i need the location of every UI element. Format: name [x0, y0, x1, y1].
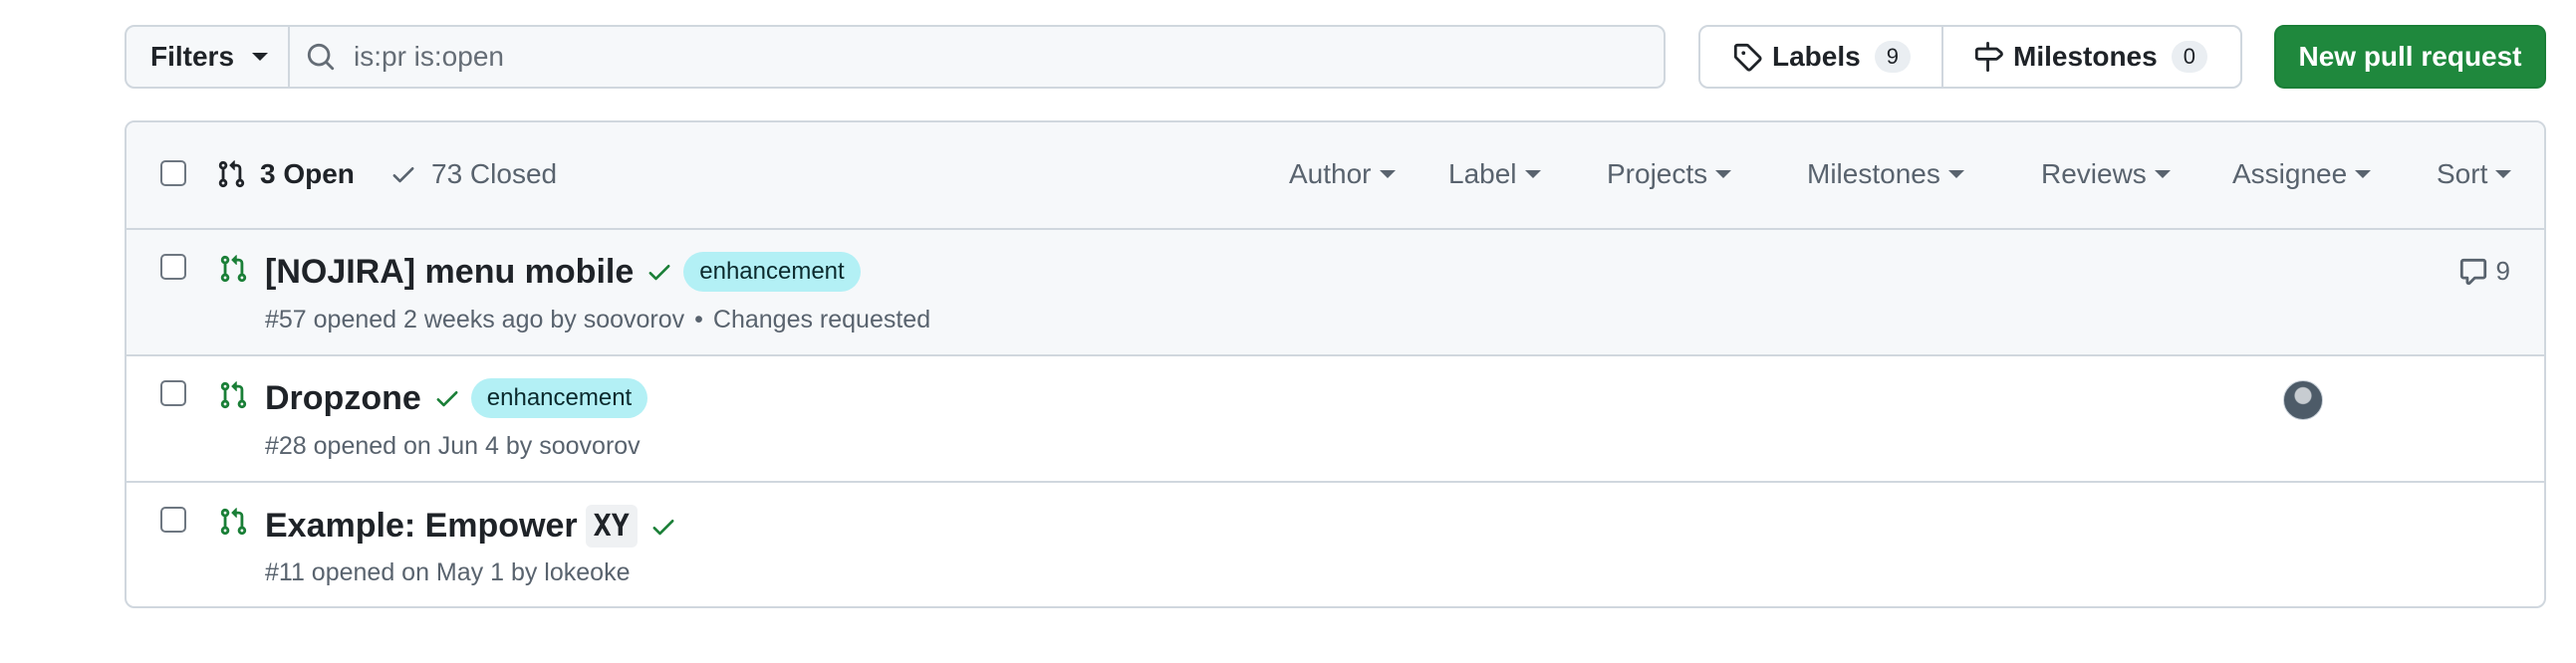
search-field[interactable] [288, 25, 1666, 89]
caret-down-icon [2154, 170, 2171, 178]
check-icon[interactable] [433, 384, 461, 412]
check-icon[interactable] [649, 513, 677, 541]
reviews-filter[interactable]: Reviews [2041, 158, 2171, 190]
row-checkbox[interactable] [160, 254, 186, 280]
check-icon [389, 160, 431, 188]
pr-title-link[interactable]: [NOJIRA] menu mobile [265, 253, 634, 292]
pr-title-link[interactable]: Dropzone [265, 379, 421, 418]
pr-title-link[interactable]: Example: Empower [265, 507, 578, 546]
milestones-filter-label: Milestones [1807, 158, 1940, 189]
filters-label: Filters [150, 41, 235, 72]
milestones-filter[interactable]: Milestones [1807, 158, 1964, 190]
pr-title-line: [NOJIRA] menu mobile enhancement [265, 252, 861, 292]
filters-button[interactable]: Filters [125, 25, 290, 89]
check-icon[interactable] [645, 258, 673, 286]
caret-down-icon [2495, 170, 2512, 178]
projects-filter-label: Projects [1607, 158, 1708, 189]
tag-icon [1732, 42, 1762, 72]
table-row: Dropzone enhancement #28 opened on Jun 4… [127, 356, 2544, 483]
reviews-filter-label: Reviews [2041, 158, 2147, 189]
projects-filter[interactable]: Projects [1607, 158, 1732, 190]
label-badge[interactable]: enhancement [470, 378, 648, 418]
avatar[interactable] [2283, 380, 2323, 420]
caret-down-icon [252, 53, 269, 61]
open-count-label: 3 Open [260, 158, 355, 189]
pr-title-line: Dropzone enhancement [265, 378, 648, 418]
pr-title-line: Example: Empower XY [265, 505, 677, 548]
comment-icon [2458, 257, 2496, 287]
milestone-icon [1973, 42, 2003, 72]
pr-meta: #11 opened on May 1 by lokeoke [265, 558, 630, 587]
caret-down-icon [1524, 170, 1541, 178]
milestones-label: Milestones [2013, 41, 2158, 72]
new-pull-request-button[interactable]: New pull request [2274, 25, 2546, 89]
caret-down-icon [1715, 170, 1732, 178]
git-pull-request-icon [218, 254, 248, 284]
label-filter-label: Label [1448, 158, 1517, 189]
closed-count-label: 73 Closed [431, 158, 558, 189]
pr-meta-text: #11 opened on May 1 by lokeoke [265, 558, 631, 586]
assignee-filter[interactable]: Assignee [2232, 158, 2372, 190]
pr-meta-text: #28 opened on Jun 4 by soovorov [265, 432, 641, 460]
caret-down-icon [2355, 170, 2372, 178]
pull-request-list: 3 Open 73 Closed Author Label Projects M… [125, 120, 2546, 608]
table-row: [NOJIRA] menu mobile enhancement #57 ope… [127, 230, 2544, 356]
select-all-checkbox[interactable] [160, 160, 186, 186]
git-pull-request-icon [216, 159, 260, 189]
labels-count: 9 [1874, 41, 1911, 73]
list-header: 3 Open 73 Closed Author Label Projects M… [127, 122, 2544, 230]
label-filter[interactable]: Label [1448, 158, 1541, 190]
author-filter[interactable]: Author [1289, 158, 1396, 190]
pr-meta: #57 opened 2 weeks ago by soovorov • Chang… [265, 306, 931, 333]
label-badge[interactable]: enhancement [683, 252, 861, 292]
labels-button[interactable]: Labels 9 [1698, 25, 1943, 89]
search-icon [306, 42, 336, 72]
author-filter-label: Author [1289, 158, 1372, 189]
pr-meta-text: #57 opened 2 weeks ago by soovorov [265, 306, 685, 333]
sort-filter[interactable]: Sort [2437, 158, 2512, 190]
comment-count: 9 [2495, 256, 2510, 286]
open-tab[interactable]: 3 Open [216, 158, 355, 190]
review-status[interactable]: Changes requested [713, 306, 930, 333]
table-row: Example: Empower XY #11 opened on May 1 … [127, 483, 2544, 606]
caret-down-icon [1947, 170, 1964, 178]
milestones-count: 0 [2171, 41, 2207, 73]
git-pull-request-icon [218, 380, 248, 410]
milestones-button[interactable]: Milestones 0 [1941, 25, 2242, 89]
caret-down-icon [1379, 170, 1396, 178]
assignee-filter-label: Assignee [2232, 158, 2348, 189]
closed-tab[interactable]: 73 Closed [389, 158, 557, 190]
git-pull-request-icon [218, 507, 248, 537]
search-input[interactable] [354, 41, 1549, 73]
comment-count-link[interactable]: 9 [2458, 256, 2510, 287]
inline-code: XY [585, 505, 638, 548]
row-checkbox[interactable] [160, 380, 186, 406]
sort-filter-label: Sort [2437, 158, 2488, 189]
pr-meta: #28 opened on Jun 4 by soovorov [265, 432, 641, 461]
row-checkbox[interactable] [160, 507, 186, 533]
labels-label: Labels [1772, 41, 1861, 72]
